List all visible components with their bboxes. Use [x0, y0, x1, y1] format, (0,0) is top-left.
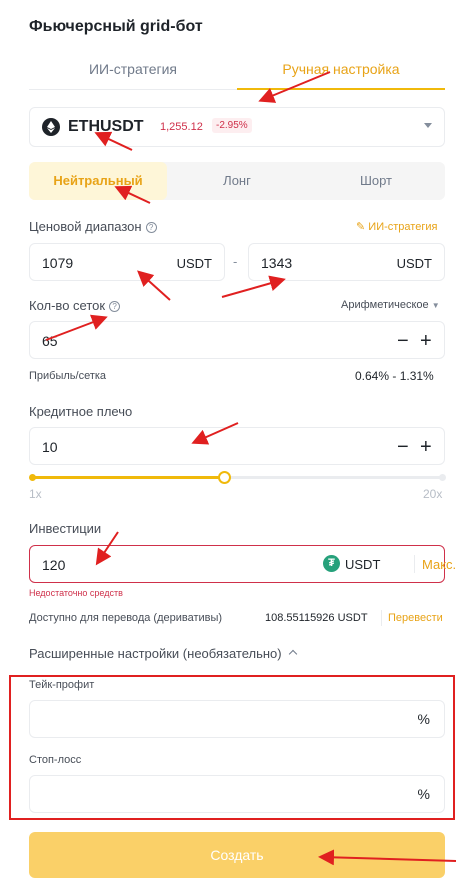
leverage-slider-end-dot: [439, 474, 446, 481]
advanced-settings-label: Расширенные настройки (необязательно): [29, 646, 282, 661]
tab-ai-strategy[interactable]: ИИ-стратегия: [29, 52, 237, 90]
price-low-value: 1079: [42, 255, 74, 271]
available-label: Доступно для перевода (деривативы): [29, 612, 223, 624]
insufficient-funds-error: Недостаточно средств: [29, 588, 123, 598]
leverage-minus-button[interactable]: −: [397, 437, 409, 457]
pair-name: ETHUSDT: [68, 118, 144, 135]
investment-value: 120: [42, 557, 66, 573]
mode-short[interactable]: Шорт: [307, 162, 445, 200]
divider: [414, 555, 415, 573]
grids-minus-button[interactable]: −: [397, 331, 409, 351]
mode-neutral[interactable]: Нейтральный: [29, 162, 167, 200]
pair-price: 1,255.12: [160, 121, 203, 133]
price-high-value: 1343: [261, 255, 293, 271]
pencil-icon: ✎: [356, 221, 366, 233]
price-high-unit: USDT: [396, 256, 432, 271]
pair-change-badge: -2.95%: [212, 118, 252, 133]
leverage-max-label: 20x: [423, 487, 443, 501]
help-icon[interactable]: ?: [145, 222, 157, 234]
pair-selector[interactable]: ETHUSDT 1,255.12 -2.95%: [29, 107, 445, 147]
price-range-label-text: Ценовой диапазон: [29, 219, 142, 234]
leverage-label: Кредитное плечо: [29, 404, 133, 419]
grid-mode-dropdown[interactable]: Арифметическое ▼: [341, 299, 440, 311]
grids-plus-button[interactable]: +: [420, 331, 432, 351]
price-low-unit: USDT: [176, 256, 212, 271]
mode-long[interactable]: Лонг: [168, 162, 306, 200]
divider: [381, 610, 382, 626]
grids-label: Кол-во сеток?: [29, 298, 121, 313]
grids-input[interactable]: 65 − +: [29, 321, 445, 359]
tether-icon: ₮: [323, 555, 340, 572]
annotation-highlight-box: [9, 675, 455, 820]
grids-label-text: Кол-во сеток: [29, 298, 106, 313]
available-value: 108.55115926 USDT: [265, 612, 368, 624]
mode-selector: Нейтральный Лонг Шорт: [29, 162, 445, 200]
investment-input[interactable]: 120 ₮ USDT Макс.: [29, 545, 456, 583]
investment-unit: USDT: [345, 557, 381, 572]
price-range-label: Ценовой диапазон?: [29, 219, 157, 234]
page-title: Фьючерсный grid-бот: [29, 18, 203, 35]
annotation-arrow: [221, 275, 286, 298]
create-button[interactable]: Создать: [29, 832, 445, 878]
ai-strategy-link-label: ИИ-стратегия: [368, 221, 438, 233]
grid-mode-value: Арифметическое: [341, 299, 429, 311]
tab-manual-setup[interactable]: Ручная настройка: [237, 52, 445, 90]
chevron-up-icon: [288, 649, 297, 659]
leverage-value: 10: [42, 439, 58, 455]
range-separator: -: [233, 254, 238, 269]
max-button[interactable]: Макс.: [422, 557, 456, 572]
leverage-plus-button[interactable]: +: [420, 437, 432, 457]
grids-value: 65: [42, 333, 58, 349]
caret-down-icon: ▼: [431, 301, 440, 310]
strategy-tabs: ИИ-стратегия Ручная настройка: [29, 52, 445, 90]
price-high-input[interactable]: 1343 USDT: [248, 243, 445, 281]
profit-label: Прибыль/сетка: [29, 370, 107, 382]
help-icon[interactable]: ?: [109, 301, 121, 313]
leverage-min-label: 1x: [29, 487, 42, 501]
chevron-down-icon[interactable]: [424, 123, 432, 128]
transfer-link[interactable]: Перевести: [388, 612, 443, 624]
ethereum-icon: [42, 118, 60, 136]
leverage-slider-thumb[interactable]: [218, 471, 231, 484]
ai-strategy-link[interactable]: ✎ ИИ-стратегия: [356, 220, 437, 233]
advanced-settings-toggle[interactable]: Расширенные настройки (необязательно): [29, 646, 297, 661]
profit-value: 0.64% - 1.31%: [355, 369, 434, 383]
leverage-input[interactable]: 10 − +: [29, 427, 445, 465]
price-low-input[interactable]: 1079 USDT: [29, 243, 225, 281]
leverage-slider-start-dot: [29, 474, 36, 481]
investment-label: Инвестиции: [29, 521, 102, 536]
leverage-slider-fill: [32, 476, 225, 479]
